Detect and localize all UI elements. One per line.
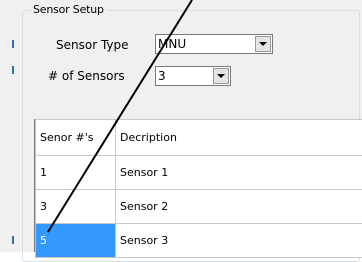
column-header-number[interactable]: Senor #'s xyxy=(36,120,116,156)
sensor-type-dropdown[interactable]: MNU xyxy=(155,34,273,54)
table-row[interactable]: 3 Sensor 2 xyxy=(36,190,362,224)
cell-number-selected[interactable]: 5 xyxy=(36,224,116,258)
cell-description[interactable]: Sensor 3 xyxy=(116,224,362,258)
sensor-type-dropdown-button[interactable] xyxy=(255,36,271,52)
left-panel-edge xyxy=(0,0,14,252)
num-sensors-dropdown[interactable]: 3 xyxy=(155,66,231,86)
sensor-type-value: MNU xyxy=(158,37,186,51)
cell-number[interactable]: 1 xyxy=(36,156,116,190)
sensor-table: Senor #'s Decription 1 Sensor 1 3 Sensor… xyxy=(35,119,362,258)
sensor-type-label: Sensor Type xyxy=(56,38,129,52)
cell-description[interactable]: Sensor 2 xyxy=(116,190,362,224)
num-sensors-value: 3 xyxy=(158,69,166,83)
chevron-down-icon xyxy=(217,74,225,78)
table-header-row: Senor #'s Decription xyxy=(36,120,362,156)
cell-description[interactable]: Sensor 1 xyxy=(116,156,362,190)
group-title: Sensor Setup xyxy=(30,3,107,16)
chevron-down-icon xyxy=(259,42,267,46)
num-sensors-dropdown-button[interactable] xyxy=(213,68,229,84)
cell-number[interactable]: 3 xyxy=(36,190,116,224)
table-row[interactable]: 5 Sensor 3 xyxy=(36,224,362,258)
table-row[interactable]: 1 Sensor 1 xyxy=(36,156,362,190)
num-sensors-label: # of Sensors xyxy=(48,69,125,83)
sensor-grid[interactable]: Senor #'s Decription 1 Sensor 1 3 Sensor… xyxy=(34,119,362,252)
column-header-description[interactable]: Decription xyxy=(116,120,362,156)
